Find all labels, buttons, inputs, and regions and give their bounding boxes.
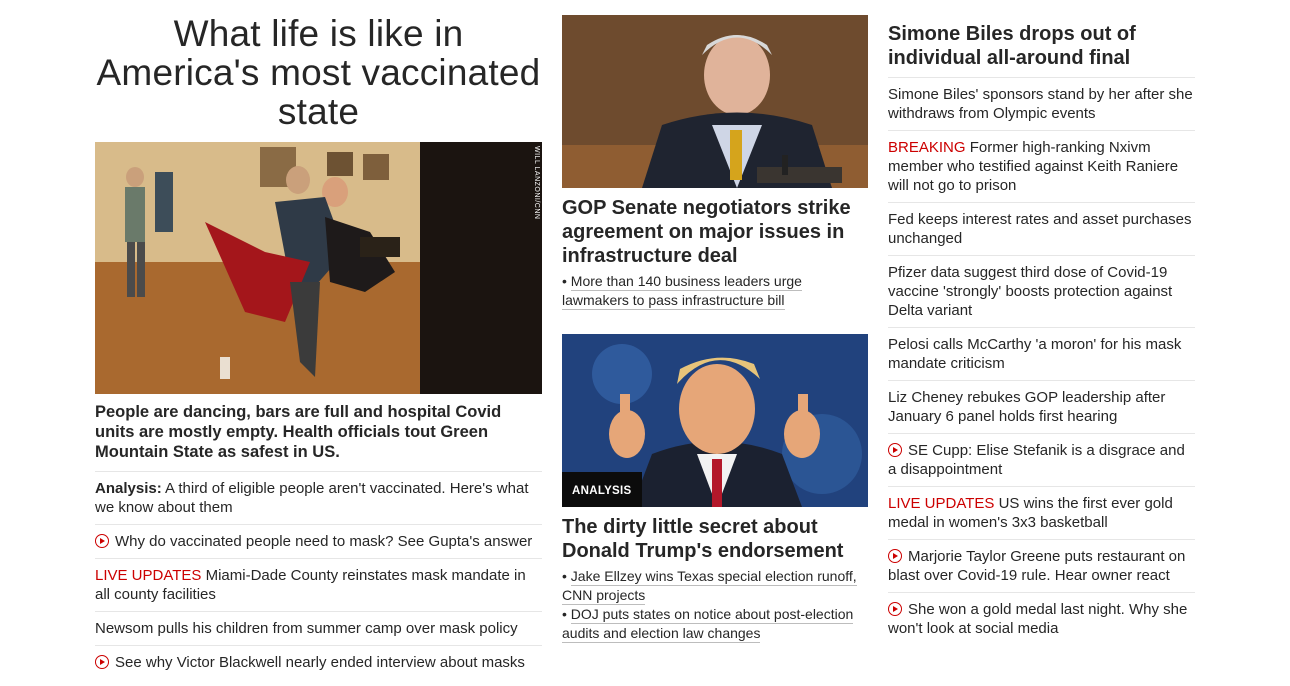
image-credit: WILL LANZONI/CNN: [533, 146, 540, 220]
play-icon: [888, 602, 902, 616]
list-item[interactable]: SE Cupp: Elise Stefanik is a disgrace an…: [888, 434, 1195, 487]
story-image-portman[interactable]: [562, 15, 868, 188]
bullet-link[interactable]: • More than 140 business leaders urge la…: [562, 272, 868, 310]
item-text: Pelosi calls McCarthy 'a moron' for his …: [888, 336, 1182, 372]
list-item[interactable]: LIVE UPDATES Miami-Dade County reinstate…: [95, 559, 542, 612]
list-item[interactable]: Marjorie Taylor Greene puts restaurant o…: [888, 540, 1195, 593]
list-item[interactable]: LIVE UPDATES US wins the first ever gold…: [888, 487, 1195, 540]
story-headline[interactable]: The dirty little secret about Donald Tru…: [562, 515, 868, 563]
hero-image[interactable]: WILL LANZONI/CNN: [95, 142, 542, 394]
story-image-trump[interactable]: ANALYSIS: [562, 334, 868, 507]
story-bullets: • Jake Ellzey wins Texas special electio…: [562, 567, 868, 643]
item-text: Newsom pulls his children from summer ca…: [95, 620, 518, 637]
item-text: Marjorie Taylor Greene puts restaurant o…: [888, 548, 1186, 584]
bullet-link-text: DOJ puts states on notice about post-ele…: [562, 606, 854, 643]
item-text: Simone Biles' sponsors stand by her afte…: [888, 86, 1193, 122]
list-item[interactable]: Analysis: A third of eligible people are…: [95, 472, 542, 525]
item-text: Liz Cheney rebukes GOP leadership after …: [888, 389, 1166, 425]
bullet-link-text: Jake Ellzey wins Texas special election …: [562, 568, 857, 605]
play-icon: [95, 534, 109, 548]
story-bullets: • More than 140 business leaders urge la…: [562, 272, 868, 310]
bullet-link-text: More than 140 business leaders urge lawm…: [562, 273, 802, 310]
list-item[interactable]: Why do vaccinated people need to mask? S…: [95, 525, 542, 559]
bullet-link[interactable]: • Jake Ellzey wins Texas special electio…: [562, 567, 868, 605]
play-icon: [95, 655, 109, 669]
top-headline[interactable]: Simone Biles drops out of individual all…: [888, 22, 1195, 78]
play-icon: [888, 549, 902, 563]
list-item[interactable]: Pfizer data suggest third dose of Covid-…: [888, 256, 1195, 328]
left-story-list: Analysis: A third of eligible people are…: [95, 472, 542, 679]
dancing-photo: [95, 142, 542, 394]
hero-caption[interactable]: People are dancing, bars are full and ho…: [95, 402, 542, 472]
live-updates-label: LIVE UPDATES: [95, 567, 202, 584]
hero-headline[interactable]: What life is like in America's most vacc…: [95, 14, 542, 131]
item-text: Fed keeps interest rates and asset purch…: [888, 211, 1192, 247]
item-prefix: Analysis:: [95, 480, 162, 497]
analysis-badge: ANALYSIS: [562, 472, 642, 507]
list-item[interactable]: Liz Cheney rebukes GOP leadership after …: [888, 381, 1195, 434]
list-item[interactable]: BREAKING Former high-ranking Nxivm membe…: [888, 131, 1195, 203]
item-text: See why Victor Blackwell nearly ended in…: [115, 654, 525, 671]
play-icon: [888, 443, 902, 457]
right-story-list: Simone Biles' sponsors stand by her afte…: [888, 78, 1195, 645]
story-headline[interactable]: GOP Senate negotiators strike agreement …: [562, 196, 868, 268]
item-text: SE Cupp: Elise Stefanik is a disgrace an…: [888, 442, 1185, 478]
list-item[interactable]: Simone Biles' sponsors stand by her afte…: [888, 78, 1195, 131]
list-item[interactable]: She won a gold medal last night. Why she…: [888, 593, 1195, 645]
live-updates-label: LIVE UPDATES: [888, 495, 995, 512]
middle-column: GOP Senate negotiators strike agreement …: [562, 0, 868, 643]
list-item[interactable]: See why Victor Blackwell nearly ended in…: [95, 646, 542, 679]
bullet-link[interactable]: • DOJ puts states on notice about post-e…: [562, 605, 868, 643]
item-text: She won a gold medal last night. Why she…: [888, 601, 1188, 637]
right-column: Simone Biles drops out of individual all…: [888, 0, 1195, 645]
breaking-label: BREAKING: [888, 139, 966, 156]
list-item[interactable]: Pelosi calls McCarthy 'a moron' for his …: [888, 328, 1195, 381]
left-column: What life is like in America's most vacc…: [95, 0, 542, 679]
list-item[interactable]: Fed keeps interest rates and asset purch…: [888, 203, 1195, 256]
item-text: Why do vaccinated people need to mask? S…: [115, 533, 533, 550]
senator-photo: [562, 15, 868, 188]
item-text: Pfizer data suggest third dose of Covid-…: [888, 264, 1173, 319]
list-item[interactable]: Newsom pulls his children from summer ca…: [95, 612, 542, 646]
